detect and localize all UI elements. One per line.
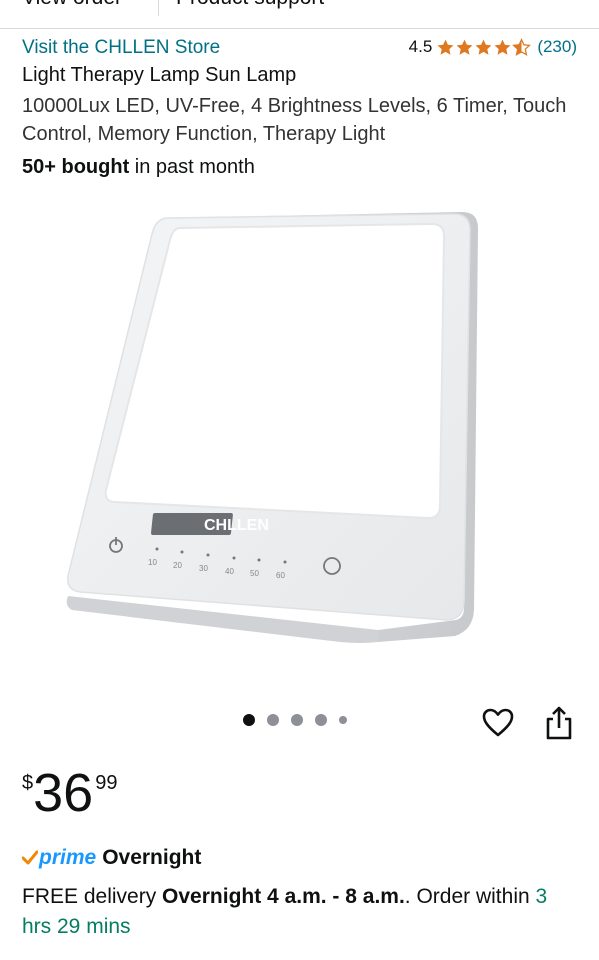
star-icon	[475, 39, 492, 55]
purchase-count-rest: in past month	[129, 156, 255, 178]
brand-label: CHLLEN	[204, 517, 269, 534]
purchase-count: 50+ bought in past month	[22, 156, 255, 179]
check-icon	[22, 850, 38, 865]
timer-label: 10	[148, 558, 157, 567]
carousel-dot[interactable]	[339, 716, 347, 724]
product-support-link[interactable]: Product support	[176, 0, 324, 10]
product-title: Light Therapy Lamp Sun Lamp	[22, 64, 297, 86]
share-icon[interactable]	[543, 704, 575, 742]
carousel-dot[interactable]	[315, 714, 327, 726]
price-fraction: 99	[95, 772, 118, 794]
delivery-message: FREE delivery Overnight 4 a.m. - 8 a.m..…	[22, 882, 582, 942]
carousel-dot-active[interactable]	[243, 714, 255, 726]
carousel-dot[interactable]	[291, 714, 303, 726]
delivery-mid: . Order within	[404, 885, 536, 908]
carousel-dot[interactable]	[267, 714, 279, 726]
timer-label: 30	[199, 564, 208, 573]
price-symbol: $	[22, 772, 34, 794]
delivery-window: Overnight 4 a.m. - 8 a.m.	[162, 885, 405, 908]
image-carousel-dots[interactable]	[243, 714, 347, 726]
prime-speed: Overnight	[102, 846, 202, 869]
star-rating	[436, 37, 532, 57]
prime-label: prime	[39, 846, 97, 869]
heart-icon[interactable]	[481, 706, 515, 740]
rating-summary[interactable]: 4.5 (230)	[409, 37, 577, 57]
star-icon	[437, 39, 454, 55]
price: $ 36 99	[22, 764, 117, 822]
timer-label: 40	[225, 567, 234, 576]
timer-label: 20	[173, 561, 182, 570]
timer-label: 60	[276, 571, 285, 580]
product-image[interactable]: CHLLEN 10 20 30 40 50 60	[60, 200, 540, 660]
star-icon	[456, 39, 473, 55]
product-subtitle: 10000Lux LED, UV-Free, 4 Brightness Leve…	[22, 95, 567, 145]
purchase-count-bold: 50+ bought	[22, 156, 130, 178]
top-action-bar: View order Product support	[0, 0, 599, 29]
half-star-icon	[512, 37, 532, 56]
view-order-link[interactable]: View order	[22, 0, 122, 10]
star-icon	[494, 39, 511, 55]
rating-value: 4.5	[408, 37, 433, 56]
prime-badge: prime Overnight	[22, 846, 201, 870]
delivery-prefix: FREE delivery	[22, 885, 163, 908]
visit-store-link[interactable]: Visit the CHLLEN Store	[22, 37, 220, 59]
price-whole: 36	[33, 763, 94, 823]
topbar-divider	[158, 0, 159, 16]
timer-label: 50	[250, 569, 259, 578]
rating-count-link[interactable]: (230)	[537, 37, 577, 57]
